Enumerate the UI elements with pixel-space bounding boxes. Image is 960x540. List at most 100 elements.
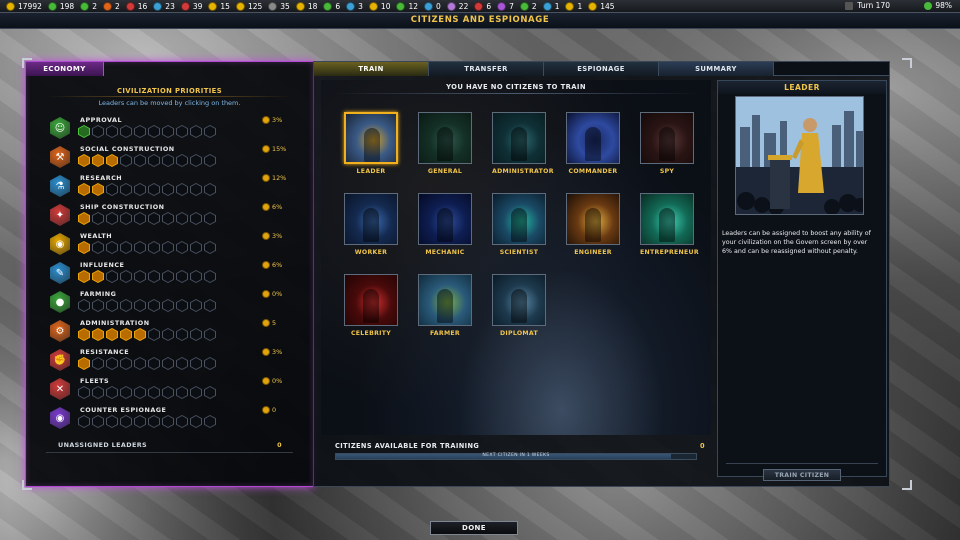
leader-slot-empty[interactable] — [92, 241, 104, 254]
leader-slot-empty[interactable] — [78, 415, 90, 428]
leader-slot-empty[interactable] — [148, 241, 160, 254]
priority-row[interactable]: ✎ Influence 6% — [50, 260, 290, 289]
citizen-farmer[interactable]: Farmer — [418, 274, 472, 337]
leader-slot-empty[interactable] — [162, 386, 174, 399]
leader-slot-empty[interactable] — [120, 154, 132, 167]
leader-slot-filled[interactable] — [106, 328, 118, 341]
leader-slot-empty[interactable] — [148, 154, 160, 167]
leader-slot-empty[interactable] — [190, 183, 202, 196]
resource-item[interactable]: 2 — [519, 1, 537, 11]
leader-slot-empty[interactable] — [106, 241, 118, 254]
leader-slot-empty[interactable] — [92, 415, 104, 428]
leader-slot-empty[interactable] — [190, 270, 202, 283]
leader-slot-empty[interactable] — [92, 299, 104, 312]
resource-item[interactable]: 12 — [396, 1, 418, 11]
leader-slot-filled[interactable] — [78, 270, 90, 283]
leader-slot-empty[interactable] — [204, 386, 216, 399]
resource-item[interactable]: 198 — [47, 1, 74, 11]
resource-item[interactable]: 1 — [542, 1, 559, 11]
leader-slot-empty[interactable] — [106, 299, 118, 312]
leader-slot-empty[interactable] — [162, 183, 174, 196]
tab-transfer[interactable]: Transfer — [429, 62, 544, 76]
leader-slot-empty[interactable] — [204, 154, 216, 167]
leader-slot-empty[interactable] — [120, 357, 132, 370]
leader-slot-empty[interactable] — [204, 212, 216, 225]
priority-row[interactable]: ● Farming 0% — [50, 289, 290, 318]
priority-row[interactable]: ✊ Resistance 3% — [50, 347, 290, 376]
leader-slot-empty[interactable] — [176, 386, 188, 399]
leader-slot-empty[interactable] — [148, 270, 160, 283]
leader-slot-empty[interactable] — [120, 386, 132, 399]
leader-slot-empty[interactable] — [148, 328, 160, 341]
resource-item[interactable]: 35 — [268, 1, 290, 11]
leader-slot-empty[interactable] — [134, 357, 146, 370]
leader-slot-empty[interactable] — [190, 241, 202, 254]
leader-slot-empty[interactable] — [148, 415, 160, 428]
leader-slot-empty[interactable] — [78, 299, 90, 312]
citizen-celebrity[interactable]: Celebrity — [344, 274, 398, 337]
leader-slot-empty[interactable] — [120, 241, 132, 254]
done-button[interactable]: Done — [430, 521, 518, 535]
leader-slot-empty[interactable] — [148, 125, 160, 138]
leader-slot-empty[interactable] — [204, 241, 216, 254]
resource-item[interactable]: 6 — [323, 1, 340, 11]
leader-slot-empty[interactable] — [162, 154, 174, 167]
leader-slot-empty[interactable] — [190, 125, 202, 138]
citizen-scientist[interactable]: Scientist — [492, 193, 546, 256]
leader-slot-filled[interactable] — [92, 270, 104, 283]
leader-slot-empty[interactable] — [106, 357, 118, 370]
resource-item[interactable]: 3 — [346, 1, 363, 11]
leader-slot-empty[interactable] — [120, 125, 132, 138]
tab-summary[interactable]: Summary — [659, 62, 774, 76]
leader-slot-filled[interactable] — [92, 183, 104, 196]
leader-slot-empty[interactable] — [204, 183, 216, 196]
leader-slot-empty[interactable] — [190, 154, 202, 167]
leader-slot-filled[interactable] — [78, 125, 90, 138]
resource-item[interactable]: 39 — [180, 1, 202, 11]
leader-slot-filled[interactable] — [120, 328, 132, 341]
leader-slot-empty[interactable] — [190, 415, 202, 428]
leader-slot-empty[interactable] — [190, 299, 202, 312]
resource-item[interactable]: 18 — [295, 1, 317, 11]
citizen-general[interactable]: General — [418, 112, 472, 175]
leader-slot-empty[interactable] — [148, 386, 160, 399]
citizen-administrator[interactable]: Administrator — [492, 112, 553, 175]
citizen-entrepreneur[interactable]: Entrepreneur — [640, 193, 699, 256]
citizen-commander[interactable]: Commander — [566, 112, 620, 175]
resource-item[interactable]: 16 — [125, 1, 147, 11]
priority-row[interactable]: ◉ Counter Espionage 0 — [50, 405, 290, 434]
leader-slot-filled[interactable] — [134, 328, 146, 341]
leader-slot-empty[interactable] — [120, 299, 132, 312]
leader-slot-empty[interactable] — [176, 125, 188, 138]
leader-slot-empty[interactable] — [106, 212, 118, 225]
leader-slot-empty[interactable] — [106, 386, 118, 399]
citizen-worker[interactable]: Worker — [344, 193, 398, 256]
priority-row[interactable]: ◉ Wealth 3% — [50, 231, 290, 260]
leader-slot-empty[interactable] — [78, 386, 90, 399]
priority-row[interactable]: ✦ Ship Construction 6% — [50, 202, 290, 231]
leader-slot-empty[interactable] — [134, 125, 146, 138]
priority-row[interactable]: ⚙ Administration 5 — [50, 318, 290, 347]
leader-slot-empty[interactable] — [134, 241, 146, 254]
train-citizen-button[interactable]: Train Citizen — [763, 469, 841, 481]
resource-item[interactable]: 22 — [446, 1, 468, 11]
leader-slot-empty[interactable] — [106, 125, 118, 138]
priority-row[interactable]: ⚗ Research 12% — [50, 173, 290, 202]
leader-slot-empty[interactable] — [120, 270, 132, 283]
citizen-leader[interactable]: Leader — [344, 112, 398, 175]
leader-slot-empty[interactable] — [120, 183, 132, 196]
leader-slot-filled[interactable] — [78, 357, 90, 370]
leader-slot-empty[interactable] — [204, 415, 216, 428]
leader-slot-empty[interactable] — [92, 212, 104, 225]
leader-slot-empty[interactable] — [190, 357, 202, 370]
leader-slot-empty[interactable] — [176, 270, 188, 283]
leader-slot-empty[interactable] — [92, 357, 104, 370]
leader-slot-empty[interactable] — [204, 270, 216, 283]
priority-row[interactable]: ✕ Fleets 0% — [50, 376, 290, 405]
resource-item[interactable]: 2 — [102, 1, 120, 11]
resource-item[interactable]: 1 — [565, 1, 582, 11]
resource-item[interactable]: 0 — [424, 1, 441, 11]
leader-slot-filled[interactable] — [78, 241, 90, 254]
leader-slot-empty[interactable] — [162, 415, 174, 428]
leader-slot-empty[interactable] — [106, 183, 118, 196]
